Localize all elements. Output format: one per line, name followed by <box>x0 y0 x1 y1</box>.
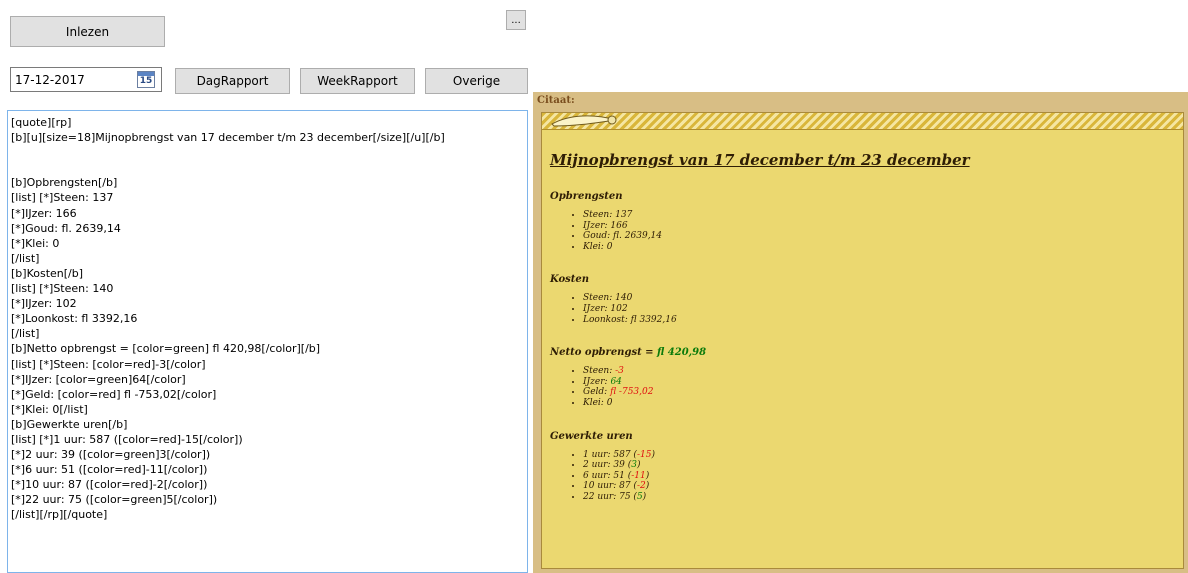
date-value: 17-12-2017 <box>15 73 85 87</box>
list-item: Steen: -3 <box>583 366 1175 377</box>
list-item: IJzer: 64 <box>583 377 1175 388</box>
quote-box: Mijnopbrengst van 17 december t/m 23 dec… <box>541 112 1184 569</box>
list-item: Geld: fl -753,02 <box>583 387 1175 398</box>
browse-button[interactable]: ... <box>506 10 526 30</box>
list-item: 10 uur: 87 (-2) <box>583 481 1175 492</box>
quote-label: Citaat: <box>537 95 575 106</box>
list-item: Klei: 0 <box>583 242 1175 253</box>
quote-content: Mijnopbrengst van 17 december t/m 23 dec… <box>550 151 1175 503</box>
calendar-icon[interactable]: 15 <box>137 71 155 88</box>
net-label: Netto opbrengst = <box>550 347 658 359</box>
income-heading: Opbrengsten <box>550 191 623 202</box>
quill-icon <box>551 115 617 127</box>
list-item: IJzer: 102 <box>583 304 1175 315</box>
list-item: Steen: 137 <box>583 210 1175 221</box>
quote-preview: Citaat: Mijnopbrengst van 17 december t/… <box>533 92 1188 573</box>
other-button[interactable]: Overige <box>425 68 528 94</box>
list-item: Steen: 140 <box>583 293 1175 304</box>
hours-list: 1 uur: 587 (-15) 2 uur: 39 (3) 6 uur: 51… <box>550 450 1175 503</box>
costs-list: Steen: 140 IJzer: 102 Loonkost: fl 3392,… <box>550 293 1175 325</box>
net-value: fl 420,98 <box>657 347 707 359</box>
bbcode-editor[interactable]: [quote][rp] [b][u][size=18]Mijnopbrengst… <box>7 110 528 573</box>
decorative-border <box>542 113 1183 130</box>
net-heading: Netto opbrengst = fl 420,98 <box>550 347 1175 358</box>
hours-heading: Gewerkte uren <box>550 430 633 442</box>
list-item: Klei: 0 <box>583 398 1175 409</box>
report-title: Mijnopbrengst van 17 december t/m 23 dec… <box>550 151 970 169</box>
day-report-button[interactable]: DagRapport <box>175 68 290 94</box>
list-item: Goud: fl. 2639,14 <box>583 231 1175 242</box>
calendar-day: 15 <box>139 76 153 86</box>
read-button[interactable]: Inlezen <box>10 16 165 47</box>
costs-heading: Kosten <box>550 274 590 286</box>
net-list: Steen: -3 IJzer: 64 Geld: fl -753,02 Kle… <box>550 366 1175 408</box>
list-item: IJzer: 166 <box>583 221 1175 232</box>
list-item: 1 uur: 587 (-15) <box>583 450 1175 461</box>
list-item: Loonkost: fl 3392,16 <box>583 315 1175 326</box>
week-report-button[interactable]: WeekRapport <box>300 68 415 94</box>
list-item: 22 uur: 75 (5) <box>583 492 1175 503</box>
list-item: 6 uur: 51 (-11) <box>583 471 1175 482</box>
list-item: 2 uur: 39 (3) <box>583 460 1175 471</box>
date-picker[interactable]: 17-12-2017 15 <box>10 67 162 92</box>
income-list: Steen: 137 IJzer: 166 Goud: fl. 2639,14 … <box>550 210 1175 252</box>
